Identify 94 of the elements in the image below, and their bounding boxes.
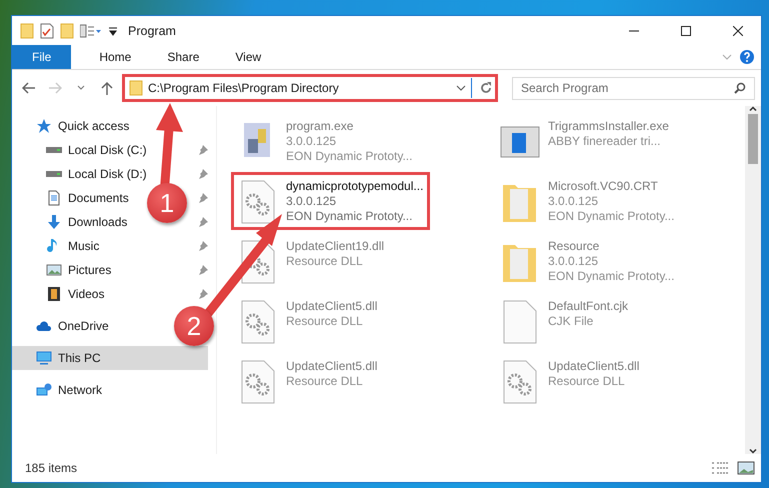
file-detail: ABBY finereader tri... — [548, 134, 662, 148]
properties-icon[interactable] — [80, 24, 102, 38]
large-icons-view-icon[interactable] — [737, 461, 755, 475]
file-item[interactable]: UpdateClient5.dll Resource DLL — [231, 292, 384, 350]
sidebar-item[interactable]: Local Disk (C:) — [12, 138, 155, 162]
sidebar-item[interactable]: Music — [12, 234, 108, 258]
ribbon-tab[interactable]: Home — [85, 45, 146, 69]
item-count: 185 items — [25, 461, 78, 475]
file-name: DefaultFont.cjk — [548, 299, 628, 313]
file-name: TrigrammsInstaller.exe — [548, 119, 669, 133]
file-item[interactable]: TrigrammsInstaller.exe ABBY finereader tri... — [493, 112, 676, 170]
folder-icon — [129, 80, 143, 96]
sidebar-label: Local Disk (C:) — [68, 143, 147, 157]
file-item[interactable]: DefaultFont.cjk CJK File — [493, 292, 636, 350]
checklist-icon[interactable] — [40, 22, 54, 38]
dropdown-icon[interactable] — [108, 26, 118, 36]
picture-icon — [46, 262, 62, 278]
up-arrow-icon — [101, 81, 113, 95]
scrollbar[interactable] — [745, 106, 761, 454]
sidebar-label: Quick access — [58, 119, 130, 133]
file-item[interactable]: UpdateClient5.dll Resource DLL — [231, 352, 384, 410]
file-detail: 3.0.0.125 — [548, 194, 600, 208]
file-detail: 3.0.0.125 — [286, 194, 338, 208]
address-bar[interactable]: C:\Program Files\Program Directory — [122, 74, 498, 102]
sidebar-item[interactable]: Quick access — [12, 114, 138, 138]
sidebar-label: This PC — [58, 351, 101, 365]
sidebar-label: Network — [58, 383, 102, 397]
search-icon — [734, 82, 746, 94]
file-detail: Resource DLL — [286, 374, 364, 388]
drive-icon — [46, 147, 62, 153]
ribbon-tab[interactable]: View — [221, 45, 276, 69]
chevron-down-icon[interactable] — [456, 84, 466, 92]
file-detail: 3.0.0.125 — [286, 134, 338, 148]
sidebar-item[interactable]: Pictures — [12, 258, 120, 282]
minimize-icon — [629, 30, 639, 32]
sidebar-item[interactable]: OneDrive — [12, 314, 117, 338]
sidebar-item[interactable]: Documents — [12, 186, 137, 210]
file-detail: EON Dynamic Prototy... — [548, 209, 674, 223]
file-detail: 3.0.0.125 — [548, 254, 600, 268]
file-name: program.exe — [286, 119, 354, 133]
file-menu-button[interactable]: File — [12, 45, 72, 69]
file-item[interactable]: Resource 3.0.0.125 EON Dynamic Prototy... — [493, 232, 682, 290]
chevron-down-icon — [77, 85, 85, 91]
maximize-icon — [681, 26, 691, 36]
file-detail: EON Dynamic Prototy... — [286, 209, 414, 223]
file-detail: EON Dynamic Prototy... — [548, 269, 674, 283]
sidebar-label: Videos — [68, 287, 104, 301]
sidebar-label: Pictures — [68, 263, 112, 277]
file-item[interactable]: UpdateClient19.dll Resource DLL — [231, 232, 392, 290]
sidebar-label: Downloads — [68, 215, 128, 229]
file-detail: EON Dynamic Prototy... — [286, 149, 412, 163]
forward-icon — [48, 82, 62, 94]
document-icon — [46, 190, 62, 206]
folder-icon — [20, 22, 34, 38]
star-icon — [36, 118, 52, 134]
sidebar-label: Music — [68, 239, 100, 253]
file-item[interactable]: dynamicprototypemodul... 3.0.0.125 EON Dynamic Prototy... — [231, 172, 430, 230]
scrollbar-thumb[interactable] — [748, 114, 758, 164]
film-icon — [46, 286, 62, 302]
file-item[interactable]: UpdateClient5.dll Resource DLL — [493, 352, 646, 410]
file-detail: Resource DLL — [286, 254, 364, 268]
sidebar-item[interactable]: Videos — [12, 282, 112, 306]
monitor-icon — [36, 350, 52, 366]
file-detail: Resource DLL — [286, 314, 364, 328]
network-icon — [36, 382, 52, 398]
sidebar-label: Local Disk (D:) — [68, 167, 147, 181]
file-detail: CJK File — [548, 314, 594, 328]
file-name: UpdateClient5.dll — [286, 299, 378, 313]
new-folder-icon — [60, 22, 74, 38]
ribbon-tab[interactable]: Share — [153, 45, 214, 69]
search-field[interactable]: Search Program — [512, 76, 755, 100]
file-name: Resource — [548, 239, 600, 253]
back-icon — [22, 82, 36, 94]
drive-icon — [46, 171, 62, 177]
sidebar-label: OneDrive — [58, 319, 109, 333]
file-name: UpdateClient5.dll — [548, 359, 640, 373]
sidebar-item[interactable]: This PC — [12, 346, 208, 370]
sidebar-item[interactable]: Downloads — [12, 210, 136, 234]
sidebar-item[interactable]: Local Disk (D:) — [12, 162, 155, 186]
chevron-up-icon[interactable] — [749, 106, 757, 112]
close-icon — [733, 26, 743, 36]
chevron-down-icon[interactable] — [749, 448, 757, 454]
file-name: Microsoft.VC90.CRT — [548, 179, 659, 193]
file-item[interactable]: Microsoft.VC90.CRT 3.0.0.125 EON Dynamic Prototy... — [493, 172, 682, 230]
file-item[interactable]: program.exe 3.0.0.125 EON Dynamic Prototy... — [231, 112, 420, 170]
file-name: UpdateClient19.dll — [286, 239, 384, 253]
sidebar-item[interactable]: Network — [12, 378, 110, 402]
file-detail: Resource DLL — [548, 374, 626, 388]
window-title: Program — [128, 24, 177, 38]
down-arrow-icon — [46, 214, 62, 230]
details-view-icon[interactable] — [711, 461, 729, 475]
sidebar-label: Documents — [68, 191, 129, 205]
file-name: dynamicprototypemodul... — [286, 179, 424, 193]
file-name: UpdateClient5.dll — [286, 359, 378, 373]
